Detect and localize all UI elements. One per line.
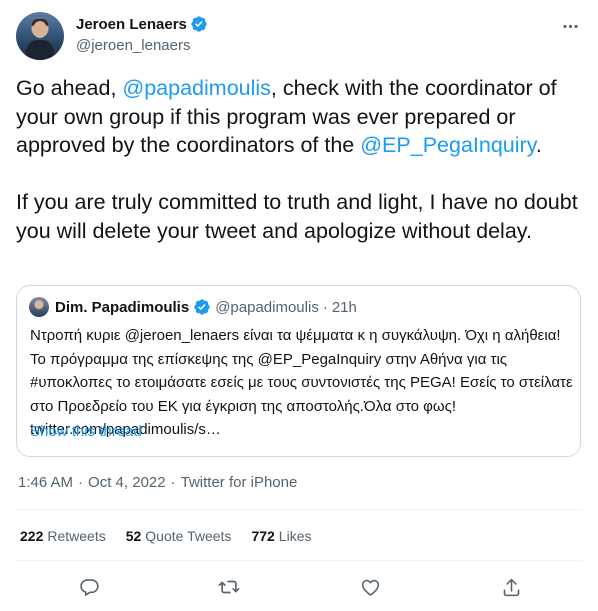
- author-name-row: Jeroen Lenaers: [76, 15, 208, 33]
- quoted-author-handle: @papadimoulis: [215, 298, 319, 316]
- like-icon[interactable]: [357, 574, 383, 600]
- tweet-actions: [16, 570, 582, 604]
- show-thread-link[interactable]: Show this thread: [30, 423, 142, 440]
- quoted-mention: @EP_PegaInquiry: [257, 350, 382, 368]
- separator-dot: ·: [78, 474, 84, 491]
- quoted-text-part: Ντροπή κυριε: [30, 327, 125, 344]
- author-avatar[interactable]: [16, 12, 64, 60]
- author-name[interactable]: Jeroen Lenaers: [76, 16, 187, 33]
- divider: [16, 560, 582, 561]
- tweet-source[interactable]: Twitter for iPhone: [181, 474, 298, 491]
- retweets-label: Retweets: [47, 528, 106, 544]
- quote-tweets-label: Quote Tweets: [145, 528, 232, 544]
- retweets-count: 222: [20, 528, 44, 544]
- separator-dot: ·: [170, 474, 176, 491]
- share-icon[interactable]: [498, 574, 524, 600]
- divider: [16, 509, 582, 510]
- likes-count: 772: [251, 528, 275, 544]
- more-icon[interactable]: [558, 14, 582, 38]
- tweet-text-part: Go ahead,: [16, 76, 123, 100]
- quoted-mention: @jeroen_lenaers: [124, 327, 240, 344]
- quoted-author-avatar: [29, 297, 49, 317]
- quoted-tweet-header: Dim. Papadimoulis @papadimoulis · 21h: [29, 297, 357, 317]
- quote-tweets-stat[interactable]: 52 Quote Tweets: [126, 528, 232, 544]
- quoted-tweet[interactable]: Dim. Papadimoulis @papadimoulis · 21h Ντ…: [16, 285, 581, 457]
- mention-link[interactable]: @EP_PegaInquiry: [360, 133, 536, 157]
- reply-icon[interactable]: [76, 574, 102, 600]
- verified-badge-icon: [194, 299, 210, 315]
- retweets-stat[interactable]: 222 Retweets: [20, 528, 106, 544]
- tweet-header: Jeroen Lenaers @jeroen_lenaers: [16, 12, 582, 64]
- tweet-text-part: If you are truly committed to truth and …: [16, 190, 584, 243]
- verified-badge-icon: [191, 16, 207, 32]
- retweet-icon[interactable]: [216, 574, 242, 600]
- quote-tweets-count: 52: [125, 528, 142, 544]
- author-handle[interactable]: @jeroen_lenaers: [76, 37, 190, 54]
- tweet-timestamp: 1:46 AM · Oct 4, 2022 · Twitter for iPho…: [18, 474, 297, 491]
- tweet-date[interactable]: Oct 4, 2022: [88, 474, 166, 491]
- tweet-text: Go ahead, @papadimoulis, check with the …: [16, 74, 582, 245]
- engagement-stats: 222 Retweets 52 Quote Tweets 772 Likes: [20, 528, 311, 544]
- mention-link[interactable]: @papadimoulis: [122, 76, 271, 100]
- quoted-author-name: Dim. Papadimoulis: [55, 298, 190, 316]
- tweet-time[interactable]: 1:46 AM: [18, 474, 73, 491]
- separator-dot: ·: [322, 298, 328, 316]
- quoted-tweet-time: 21h: [331, 298, 357, 316]
- tweet-text-part: .: [535, 133, 542, 157]
- likes-label: Likes: [278, 528, 312, 544]
- likes-stat[interactable]: 772 Likes: [251, 528, 311, 544]
